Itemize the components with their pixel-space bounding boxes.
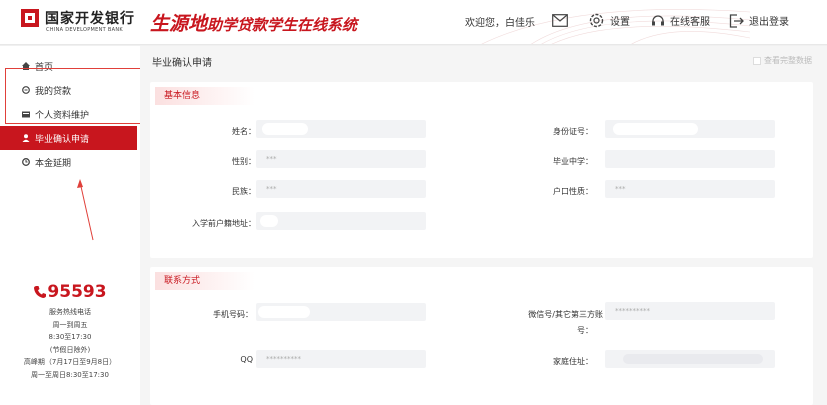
system-title-main: 生源地 [150,13,208,35]
phone-field[interactable] [256,303,426,321]
name-field[interactable] [256,120,426,138]
sidebar-item-deferral[interactable]: 本金延期 [0,150,137,174]
basic-info-card: 基本信息 姓名： 身份证号： 性别： *** 毕业中学： 民族： *** 户口性… [150,82,813,258]
mail-icon [552,14,568,27]
gender-field[interactable]: *** [256,150,426,168]
mail-button[interactable] [552,14,573,27]
top-header: 国家开发银行 CHINA DEVELOPMENT BANK 生源地助学贷款学生在… [0,0,827,45]
redacted-mask [260,215,278,227]
clock-icon [22,158,30,166]
view-full-data-toggle[interactable]: 查看完整数据 [753,55,812,66]
sidebar-item-graduation[interactable]: 毕业确认申请 [0,126,137,150]
headset-icon [652,14,664,25]
hukou-field[interactable]: *** [605,180,775,198]
hotline-line: 周一至周日8:30至17:30 [31,370,109,379]
bank-name-en: CHINA DEVELOPMENT BANK [46,27,123,33]
wechat-field[interactable]: ********** [605,302,775,320]
view-full-label: 查看完整数据 [764,56,812,65]
redacted-mask [623,354,763,364]
home-address-label: 家庭住址： [553,357,593,366]
customer-service-button[interactable]: 在线客服 [651,13,710,28]
redacted-mask [258,306,310,318]
sidebar-item-label: 毕业确认申请 [35,134,90,145]
wechat-label-line1: 微信号/其它第三方账 [528,310,603,319]
user-icon [22,134,30,142]
name-label: 姓名： [232,127,256,136]
school-field[interactable] [605,150,775,168]
redacted-mask [262,123,308,135]
gender-label: 性别： [232,157,256,166]
bank-logo-icon [21,9,39,27]
gear-icon [589,13,604,28]
annotation-highlight-box [5,68,148,124]
hotline-line: (节假日除外) [49,345,91,354]
system-title: 生源地助学贷款学生在线系统 [150,9,357,36]
ethnicity-label: 民族： [232,187,256,196]
main-content: 毕业确认申请 查看完整数据 基本信息 姓名： 身份证号： 性别： *** 毕业中… [140,46,827,405]
wechat-label-line2: 号： [577,326,593,335]
qq-field[interactable]: ********** [256,350,426,368]
hotline-line: 周一到周五 [52,320,88,329]
hotline-line: 服务热线电话 [49,308,91,316]
settings-button[interactable]: 设置 [588,12,630,29]
hotline-panel: 95593 服务热线电话 周一到周五 8:30至17:30 (节假日除外) 高峰… [0,282,140,381]
school-label: 毕业中学： [553,157,593,166]
phone-icon [34,286,47,298]
settings-label: 设置 [610,17,630,28]
logout-button[interactable]: 退出登录 [729,13,789,28]
address-label: 入学前户籍地址： [192,219,256,228]
view-full-checkbox[interactable] [753,56,761,65]
contact-title: 联系方式 [155,272,255,290]
id-number-label: 身份证号： [553,127,593,136]
page-title: 毕业确认申请 [152,58,212,69]
address-field[interactable] [256,212,426,230]
bank-name: 国家开发银行 [45,11,135,27]
ethnicity-field[interactable]: *** [256,180,426,198]
sidebar-item-label: 本金延期 [35,158,72,169]
basic-info-title: 基本信息 [155,87,255,105]
phone-label: 手机号码： [213,310,253,319]
welcome-text: 欢迎您，白佳乐 [465,18,535,29]
hotline-line: 8:30至17:30 [48,333,92,341]
hotline-number-text: 95593 [47,282,107,302]
redacted-mask [613,123,698,135]
hotline-number: 95593 [0,282,140,302]
logout-icon [729,13,744,28]
contact-card: 联系方式 手机号码： 微信号/其它第三方账 号： ********** QQ *… [150,267,813,405]
logout-label: 退出登录 [749,17,789,28]
hotline-line: 高峰期（7月17日至9月8日） [23,358,117,366]
hukou-label: 户口性质： [553,187,593,196]
service-label: 在线客服 [670,17,710,28]
qq-label: QQ [240,355,253,364]
id-number-field[interactable] [605,120,775,138]
home-address-field[interactable] [605,350,775,368]
